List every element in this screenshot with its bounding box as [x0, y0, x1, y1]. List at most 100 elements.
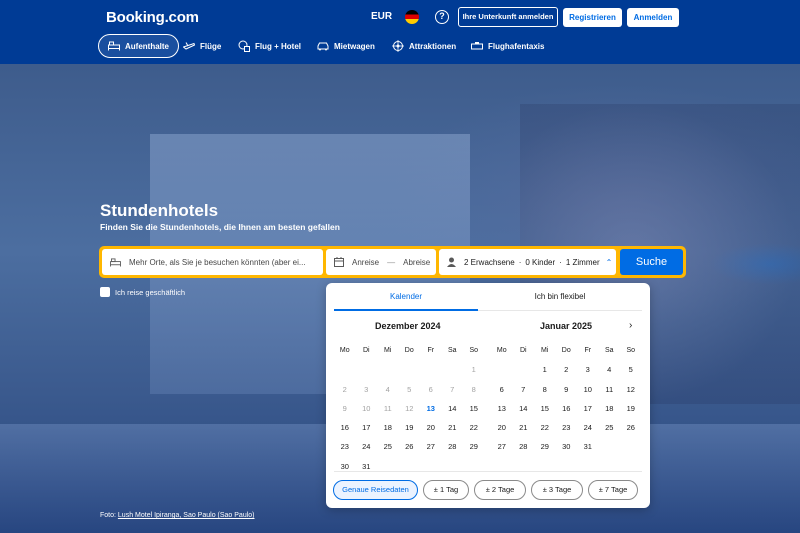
calendar-day[interactable]: 30 — [334, 457, 356, 476]
empty-cell — [442, 360, 464, 379]
nav-tab-attractions[interactable]: Attraktionen — [392, 34, 456, 58]
calendar-day[interactable]: 4 — [599, 360, 621, 379]
calendar-day[interactable]: 23 — [334, 437, 356, 456]
checkbox[interactable] — [100, 287, 110, 297]
calendar-day[interactable]: 23 — [556, 418, 578, 437]
calendar-day[interactable]: 10 — [577, 380, 599, 399]
calendar-day[interactable]: 16 — [334, 418, 356, 437]
nav-tab-car-rental[interactable]: Mietwagen — [317, 34, 375, 58]
calendar-day[interactable]: 9 — [556, 380, 578, 399]
calendar-day[interactable]: 13 — [420, 399, 442, 418]
calendar-day[interactable]: 25 — [377, 437, 399, 456]
list-property-button[interactable]: Ihre Unterkunft anmelden — [458, 7, 558, 27]
calendar-day: 10 — [362, 403, 371, 413]
calendar-day[interactable]: 2 — [556, 360, 578, 379]
destination-input[interactable]: Mehr Orte, als Sie je besuchen könnten (… — [102, 249, 323, 275]
search-button[interactable]: Suche — [620, 249, 683, 275]
calendar-day: 3 — [364, 384, 369, 394]
calendar-day[interactable]: 18 — [599, 399, 621, 418]
tab-calendar[interactable]: Kalender — [334, 283, 478, 311]
register-button[interactable]: Registrieren — [563, 8, 622, 27]
chip-exact-dates[interactable]: Genaue Reisedaten — [333, 480, 418, 500]
tab-flexible[interactable]: Ich bin flexibel — [478, 283, 642, 311]
calendar-day[interactable]: 22 — [463, 418, 485, 437]
calendar-day[interactable]: 12 — [620, 380, 642, 399]
calendar-day[interactable]: 22 — [534, 418, 556, 437]
calendar-day[interactable]: 6 — [491, 380, 513, 399]
currency-selector[interactable]: EUR — [371, 11, 392, 22]
guests-selector[interactable]: 2 Erwachsene · 0 Kinder · 1 Zimmer ⌃ — [439, 249, 616, 275]
calendar-day[interactable]: 18 — [377, 418, 399, 437]
calendar-day[interactable]: 20 — [420, 418, 442, 437]
calendar-day: 2 — [342, 384, 347, 394]
calendar-day[interactable]: 15 — [534, 399, 556, 418]
calendar-icon — [334, 257, 344, 267]
destination-placeholder: Mehr Orte, als Sie je besuchen könnten (… — [129, 257, 306, 267]
nav-tab-stays[interactable]: Aufenthalte — [98, 34, 179, 58]
calendar-day[interactable]: 19 — [399, 418, 421, 437]
calendar-day[interactable]: 25 — [599, 418, 621, 437]
chip-plus-minus-1-day[interactable]: ± 1 Tag — [423, 480, 469, 500]
calendar-day[interactable]: 26 — [620, 418, 642, 437]
photo-credit: Foto: Lush Motel Ipiranga, Sao Paulo (Sa… — [100, 512, 255, 519]
weekday-header: Mo — [496, 347, 507, 354]
calendar-day[interactable]: 24 — [356, 437, 378, 456]
calendar-day[interactable]: 21 — [513, 418, 535, 437]
calendar-day[interactable]: 31 — [356, 457, 378, 476]
date-picker-field[interactable]: Anreise — Abreise — [326, 249, 436, 275]
calendar-day[interactable]: 29 — [463, 437, 485, 456]
calendar-day[interactable]: 28 — [442, 437, 464, 456]
adults-count: 2 Erwachsene — [464, 257, 515, 267]
nav-tab-airport-taxis[interactable]: Flughafentaxis — [471, 34, 544, 58]
calendar-day[interactable]: 13 — [491, 399, 513, 418]
calendar-day[interactable]: 8 — [534, 380, 556, 399]
login-button[interactable]: Anmelden — [627, 8, 679, 27]
calendar-day[interactable]: 27 — [420, 437, 442, 456]
nav-tab-flights[interactable]: Flüge — [183, 34, 221, 58]
photo-credit-prefix: Foto: — [100, 512, 118, 519]
nav-label: Mietwagen — [334, 41, 375, 51]
calendar-day[interactable]: 24 — [577, 418, 599, 437]
calendar-day[interactable]: 27 — [491, 437, 513, 456]
calendar-day[interactable]: 20 — [491, 418, 513, 437]
photo-credit-link[interactable]: Lush Motel Ipiranga, Sao Paulo (Sao Paul… — [118, 512, 255, 519]
calendar-day[interactable]: 31 — [577, 437, 599, 456]
person-icon — [447, 257, 456, 267]
calendar-day[interactable]: 5 — [620, 360, 642, 379]
nav-label: Flüge — [200, 41, 222, 51]
chip-plus-minus-2-days[interactable]: ± 2 Tage — [474, 480, 526, 500]
chip-plus-minus-7-days[interactable]: ± 7 Tage — [588, 480, 638, 500]
checkout-label: Abreise — [403, 257, 431, 267]
calendar-day[interactable]: 17 — [577, 399, 599, 418]
calendar-day[interactable]: 26 — [399, 437, 421, 456]
weekday-header: So — [469, 347, 479, 354]
calendar-day[interactable]: 28 — [513, 437, 535, 456]
calendar-day[interactable]: 16 — [556, 399, 578, 418]
booking-logo[interactable]: Booking.com — [106, 9, 199, 26]
calendar-day[interactable]: 11 — [599, 380, 621, 399]
calendar-day[interactable]: 30 — [556, 437, 578, 456]
calendar-day[interactable]: 7 — [513, 380, 535, 399]
calendar-day[interactable]: 17 — [356, 418, 378, 437]
chip-plus-minus-3-days[interactable]: ± 3 Tage — [531, 480, 583, 500]
calendar-day[interactable]: 21 — [442, 418, 464, 437]
calendar-day[interactable]: 15 — [463, 399, 485, 418]
calendar-month-grid: Mo Di Mi Do Fr Sa So 1 2 3 4 5 6 7 8 9 10 11 12 13 14 15 16 17 1… — [334, 341, 485, 476]
calendar-day[interactable]: 1 — [534, 360, 556, 379]
checkin-label: Anreise — [352, 257, 380, 267]
calendar-day: 11 — [383, 403, 392, 413]
business-travel-checkbox[interactable]: Ich reise geschäftlich — [100, 287, 185, 297]
calendar-day[interactable]: 14 — [442, 399, 464, 418]
help-icon[interactable]: ? — [435, 10, 449, 24]
empty-cell — [356, 360, 378, 379]
calendar-day[interactable]: 29 — [534, 437, 556, 456]
calendar-day[interactable]: 19 — [620, 399, 642, 418]
flight-hotel-icon — [238, 40, 250, 52]
calendar-day[interactable]: 3 — [577, 360, 599, 379]
calendar-day: 8 — [471, 384, 476, 394]
german-flag-icon[interactable] — [405, 10, 419, 24]
nav-tab-flight-hotel[interactable]: Flug + Hotel — [238, 34, 301, 58]
calendar-day: 7 — [450, 384, 455, 394]
calendar-day[interactable]: 14 — [513, 399, 535, 418]
chevron-right-icon[interactable]: › — [629, 320, 632, 331]
